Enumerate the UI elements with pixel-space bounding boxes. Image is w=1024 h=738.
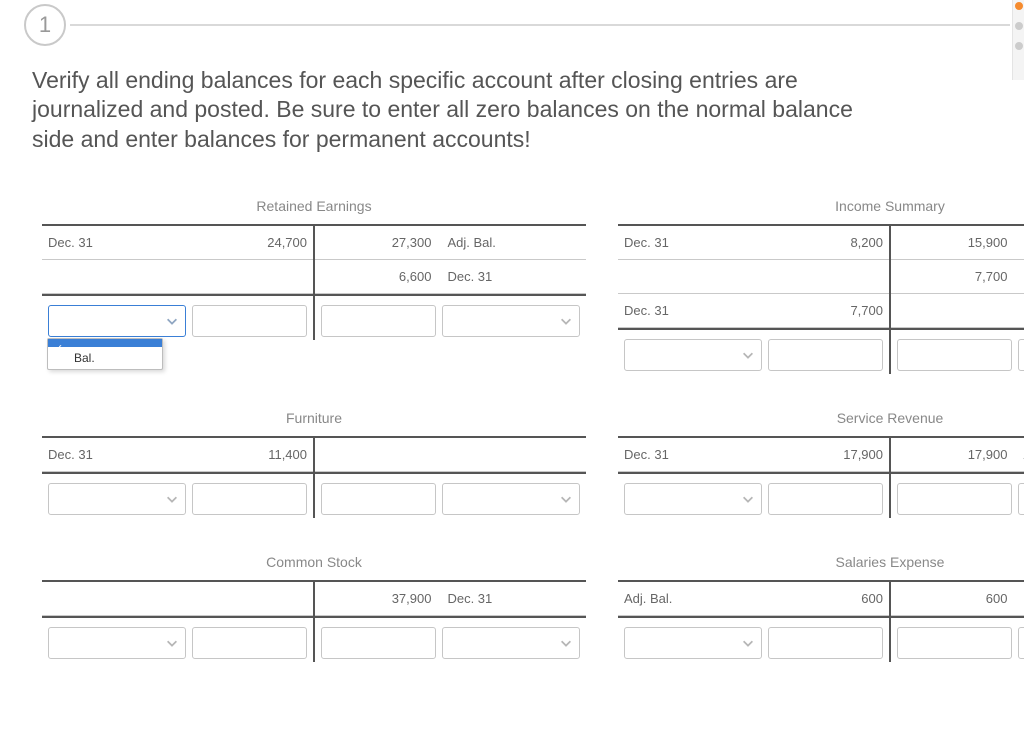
chevron-down-icon bbox=[559, 636, 573, 650]
divider bbox=[70, 24, 1010, 26]
amount-input[interactable] bbox=[192, 305, 307, 337]
entry-label: Adj. Bal. bbox=[1015, 447, 1024, 462]
entry-label: Dec. 31 bbox=[1015, 235, 1024, 250]
entry-amount: 7,700 bbox=[765, 303, 883, 318]
account-title: Furniture bbox=[42, 410, 586, 426]
accounts-grid: Retained Earnings Dec. 31 24,700 bbox=[42, 198, 964, 662]
t-account-retained-earnings: Retained Earnings Dec. 31 24,700 bbox=[42, 198, 586, 374]
entry-date: Dec. 31 bbox=[48, 447, 189, 462]
chevron-down-icon bbox=[165, 636, 179, 650]
entry-amount: 15,900 bbox=[897, 235, 1015, 250]
entry-label: Adj. Bal. bbox=[439, 235, 580, 250]
amount-input[interactable] bbox=[192, 627, 307, 659]
dropdown-option-bal[interactable]: Bal. bbox=[48, 347, 162, 369]
label-select[interactable] bbox=[1018, 339, 1024, 371]
entry-amount: 11,400 bbox=[189, 447, 307, 462]
chevron-down-icon bbox=[741, 492, 755, 506]
chevron-down-icon bbox=[741, 636, 755, 650]
t-account-service-revenue: Service Revenue Dec. 31 17,900 bbox=[618, 410, 1024, 518]
step-indicator: 1 bbox=[24, 4, 66, 46]
label-select[interactable] bbox=[442, 305, 580, 337]
t-account-furniture: Furniture Dec. 31 11,400 bbox=[42, 410, 586, 518]
label-select[interactable] bbox=[48, 627, 186, 659]
entry-date: Dec. 31 bbox=[624, 447, 765, 462]
amount-input[interactable] bbox=[321, 483, 436, 515]
chevron-down-icon bbox=[559, 492, 573, 506]
entry-amount: 6,600 bbox=[321, 269, 439, 284]
label-select[interactable] bbox=[624, 483, 762, 515]
progress-dot bbox=[1015, 42, 1023, 50]
chevron-down-icon bbox=[165, 492, 179, 506]
entry-amount: 24,700 bbox=[189, 235, 307, 250]
amount-input[interactable] bbox=[897, 627, 1012, 659]
dropdown-option-blank[interactable]: ✓ bbox=[48, 339, 162, 347]
label-select[interactable] bbox=[442, 483, 580, 515]
entry-amount: 17,900 bbox=[765, 447, 883, 462]
entry-label: Dec. 31 bbox=[439, 591, 580, 606]
label-dropdown: ✓ Bal. bbox=[47, 338, 163, 370]
amount-input[interactable] bbox=[321, 627, 436, 659]
entry-amount: 8,200 bbox=[765, 235, 883, 250]
t-account-common-stock: Common Stock 37,900 bbox=[42, 554, 586, 662]
chevron-down-icon bbox=[559, 314, 573, 328]
label-select[interactable]: ✓ Bal. bbox=[48, 305, 186, 337]
chevron-down-icon bbox=[741, 348, 755, 362]
label-select[interactable] bbox=[624, 339, 762, 371]
account-title: Income Summary bbox=[618, 198, 1024, 214]
chevron-down-icon bbox=[165, 314, 179, 328]
entry-amount: 600 bbox=[897, 591, 1015, 606]
amount-input[interactable] bbox=[768, 483, 883, 515]
entry-date: Dec. 31 bbox=[48, 235, 189, 250]
account-title: Common Stock bbox=[42, 554, 586, 570]
label-select[interactable] bbox=[624, 627, 762, 659]
amount-input[interactable] bbox=[192, 483, 307, 515]
entry-amount: 27,300 bbox=[321, 235, 439, 250]
t-account-income-summary: Income Summary Dec. 31 8,200 Dec. 31 7,7… bbox=[618, 198, 1024, 374]
label-select[interactable] bbox=[1018, 627, 1024, 659]
progress-sidebar bbox=[1012, 0, 1024, 80]
option-label: Bal. bbox=[74, 351, 95, 365]
label-select[interactable] bbox=[442, 627, 580, 659]
entry-label: Dec. 31 bbox=[1015, 591, 1024, 606]
amount-input[interactable] bbox=[768, 627, 883, 659]
page: 1 Verify all ending balances for each sp… bbox=[0, 0, 1024, 738]
label-select[interactable] bbox=[1018, 483, 1024, 515]
progress-dot bbox=[1015, 22, 1023, 30]
progress-dot-active bbox=[1015, 2, 1023, 10]
amount-input[interactable] bbox=[768, 339, 883, 371]
entry-amount: 600 bbox=[765, 591, 883, 606]
label-select[interactable] bbox=[48, 483, 186, 515]
entry-date: Adj. Bal. bbox=[624, 591, 765, 606]
entry-label: Bal. bbox=[1015, 269, 1024, 284]
entry-amount: 7,700 bbox=[897, 269, 1015, 284]
step-number: 1 bbox=[39, 12, 51, 38]
instruction-text: Verify all ending balances for each spec… bbox=[32, 66, 864, 154]
amount-input[interactable] bbox=[897, 339, 1012, 371]
amount-input[interactable] bbox=[897, 483, 1012, 515]
entry-amount: 37,900 bbox=[321, 591, 439, 606]
account-title: Service Revenue bbox=[618, 410, 1024, 426]
entry-label: Dec. 31 bbox=[439, 269, 580, 284]
account-title: Salaries Expense bbox=[618, 554, 1024, 570]
amount-input[interactable] bbox=[321, 305, 436, 337]
account-title: Retained Earnings bbox=[42, 198, 586, 214]
t-account-salaries-expense: Salaries Expense Adj. Bal. 600 bbox=[618, 554, 1024, 662]
entry-date: Dec. 31 bbox=[624, 235, 765, 250]
entry-date: Dec. 31 bbox=[624, 303, 765, 318]
entry-amount: 17,900 bbox=[897, 447, 1015, 462]
